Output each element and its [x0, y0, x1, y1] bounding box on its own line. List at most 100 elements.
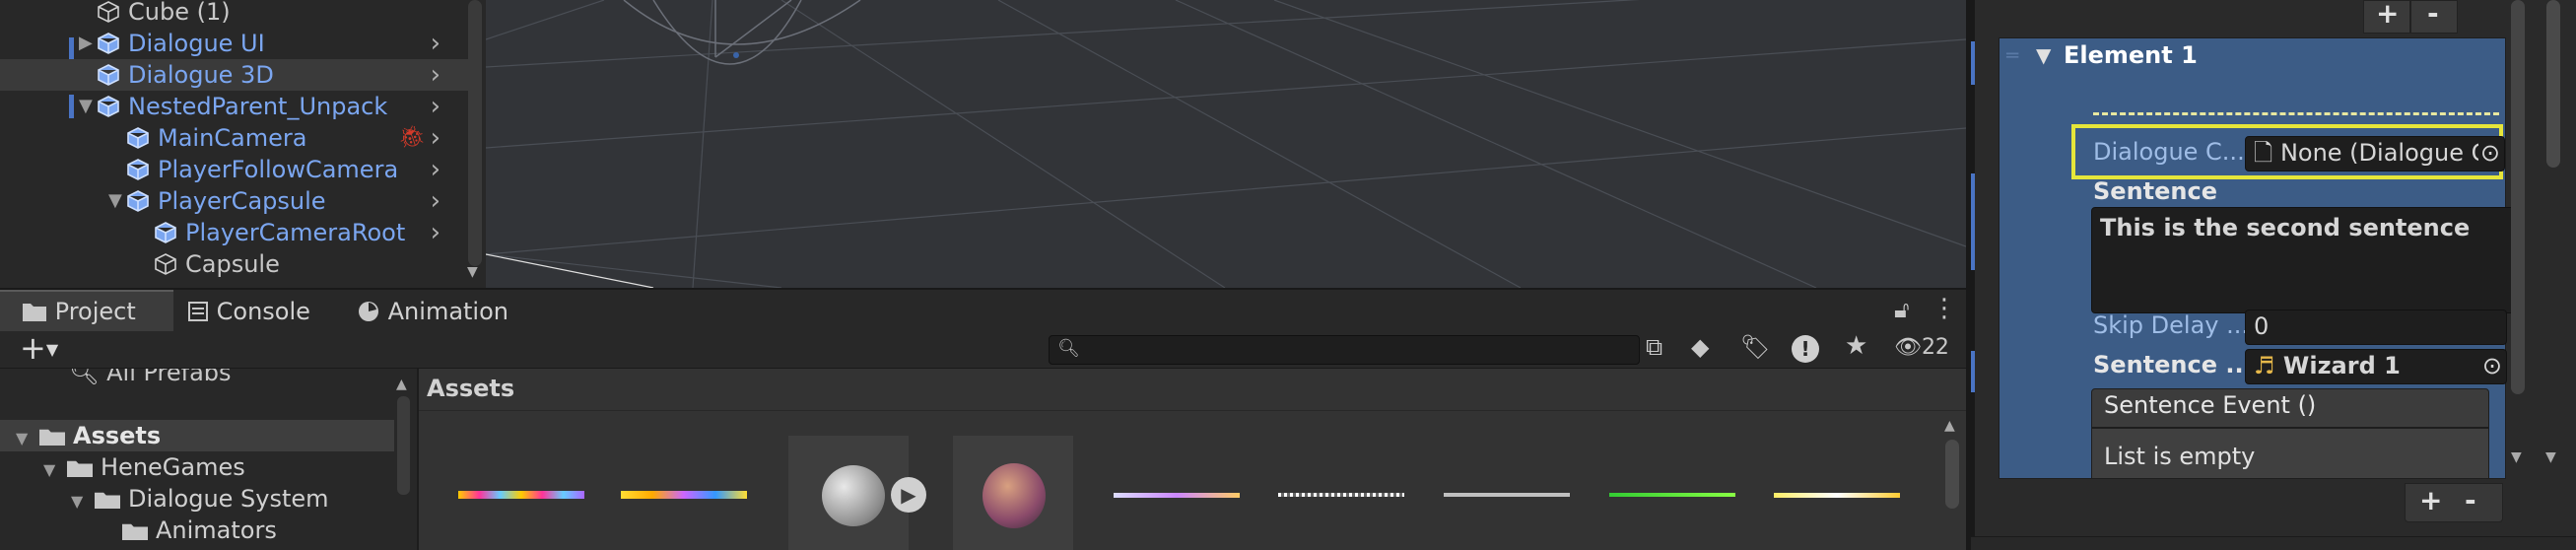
sentence-textarea[interactable]: This is the second sentence — [2091, 207, 2517, 313]
tab-project[interactable]: Project — [22, 290, 136, 333]
assets-scrollbar[interactable] — [1945, 440, 1959, 509]
open-prefab-chevron-icon[interactable]: › — [431, 59, 441, 91]
open-prefab-chevron-icon[interactable]: › — [431, 91, 441, 122]
asset-thumbnail-trail[interactable] — [1774, 493, 1900, 498]
asset-thumbnail-trail[interactable] — [458, 491, 584, 499]
open-prefab-chevron-icon[interactable]: › — [431, 154, 441, 185]
hierarchy-item[interactable]: Cube (1) — [0, 0, 468, 28]
asset-thumbnail-trail[interactable] — [1444, 493, 1570, 497]
skip-delay-input[interactable]: 0 — [2245, 309, 2507, 345]
folder-icon — [23, 304, 46, 321]
add-list-item-button[interactable]: + — [2419, 484, 2442, 516]
assets-grid-panel: Assets ▶ ▲ — [419, 369, 1966, 550]
expand-prefab-icon[interactable]: ▶ — [891, 477, 926, 513]
foldout-collapsed-icon[interactable]: ▶ — [79, 28, 93, 59]
divider — [419, 410, 1966, 411]
hierarchy-item[interactable]: Capsule — [0, 248, 468, 280]
tree-scrollbar[interactable] — [397, 396, 410, 495]
hierarchy-item[interactable]: PlayerCameraRoot › — [0, 217, 468, 248]
tab-animation[interactable]: Animation — [357, 290, 508, 333]
favorite-star-icon[interactable]: ★ — [1845, 331, 1867, 361]
asset-thumbnail-material[interactable] — [953, 436, 1073, 550]
hierarchy-item-label: MainCamera — [158, 124, 307, 152]
hidden-packages-toggle[interactable]: 👁︎22 — [1894, 335, 1949, 360]
scroll-down-icon[interactable]: ▼ — [2511, 449, 2522, 465]
hierarchy-item[interactable]: MainCamera › 🐞︎ — [0, 122, 468, 154]
scroll-down-icon[interactable]: ▼ — [467, 264, 483, 280]
asset-thumbnail-trail[interactable] — [1278, 493, 1404, 497]
folder-label: HeneGames — [101, 453, 245, 481]
more-menu-icon[interactable]: ⋮ — [1932, 294, 1957, 323]
open-prefab-chevron-icon[interactable]: › — [431, 217, 441, 248]
material-preview — [983, 463, 1046, 528]
hierarchy-item[interactable]: Dialogue 3D › — [0, 59, 468, 91]
open-prefab-chevron-icon[interactable]: › — [431, 28, 441, 59]
hierarchy-item[interactable]: ▶ Dialogue UI › — [0, 28, 468, 59]
hierarchy-scrollbar[interactable] — [468, 0, 482, 266]
hierarchy-item[interactable]: PlayerFollowCamera › — [0, 154, 468, 185]
hierarchy-item-label: PlayerFollowCamera — [158, 156, 399, 183]
add-asset-button[interactable]: +▼ — [20, 329, 58, 367]
foldout-expanded-icon[interactable]: ▼ — [43, 454, 67, 486]
folder-tree-item[interactable]: Animators — [99, 515, 277, 546]
tab-console[interactable]: Console — [187, 290, 310, 333]
dialogue-camera-label: Dialogue C... — [2093, 138, 2245, 166]
hierarchy-item[interactable]: ▼ NestedParent_Unpack › — [0, 91, 468, 122]
foldout-expanded-icon[interactable]: ▼ — [16, 423, 39, 454]
folder-tree-item[interactable]: ▼ Dialogue System — [71, 483, 329, 515]
list-empty-label: List is empty — [2104, 443, 2256, 470]
sentence-sound-field[interactable]: ♬ Wizard 1 ⊙ — [2245, 349, 2507, 384]
remove-list-item-button[interactable]: - — [2465, 484, 2476, 516]
inspector-list-scrollbar[interactable] — [2511, 0, 2525, 394]
object-picker-icon[interactable]: ⊙ — [2477, 137, 2500, 169]
folder-tree-item[interactable]: ▼ Assets — [16, 420, 161, 451]
drag-handle-icon[interactable]: ═ — [2006, 43, 2018, 67]
filter-by-type-icon[interactable]: ◆ — [1691, 333, 1709, 361]
foldout-expanded-icon[interactable]: ▼ — [108, 185, 122, 217]
dialogue-camera-field[interactable]: 🗋︎ None (Dialogue C ⊙ — [2245, 136, 2505, 172]
inspector-scrollbar[interactable] — [2546, 0, 2560, 168]
eye-icon: 👁︎ — [1894, 335, 1922, 360]
folder-icon — [67, 460, 93, 477]
foldout-expanded-icon[interactable]: ▼ — [71, 486, 95, 517]
lock-icon[interactable]: 🔓︎ — [1894, 296, 1910, 323]
hierarchy-item-label: Capsule — [185, 250, 280, 278]
foldout-arrow-icon[interactable]: ▼ — [2036, 43, 2051, 67]
open-prefab-chevron-icon[interactable]: › — [431, 122, 441, 154]
favorite-all-prefabs[interactable]: 🔍︎ All Prefabs — [69, 369, 232, 388]
open-prefab-chevron-icon[interactable]: › — [431, 185, 441, 217]
scroll-up-icon[interactable]: ▲ — [396, 377, 410, 392]
hidden-count: 22 — [1921, 335, 1949, 360]
folder-label: Assets — [73, 422, 162, 449]
component-divider — [1971, 536, 2576, 550]
hierarchy-item[interactable]: ▼ PlayerCapsule › — [0, 185, 468, 217]
object-picker-icon[interactable]: ⊙ — [2482, 350, 2502, 381]
prefab-cube-icon — [127, 127, 149, 149]
add-element-button[interactable]: + — [2363, 0, 2410, 34]
scroll-down-icon[interactable]: ▼ — [2545, 449, 2556, 465]
asset-thumbnail-model[interactable]: ▶ — [788, 436, 926, 550]
sentence-event-list: List is empty — [2091, 428, 2489, 479]
drop-indicator — [2093, 112, 2499, 115]
asset-thumbnail-trail[interactable] — [621, 491, 747, 499]
foldout-expanded-icon[interactable]: ▼ — [79, 91, 93, 122]
audio-clip-icon: ♬ — [2254, 352, 2275, 379]
dialogue-camera-value: None (Dialogue C — [2279, 139, 2488, 167]
search-by-type-icon[interactable]: ⧉ — [1646, 333, 1662, 361]
search-input[interactable]: 🔍︎ — [1049, 335, 1640, 365]
sentence-label: Sentence — [2093, 177, 2217, 205]
asset-thumbnail-trail[interactable] — [1114, 493, 1240, 498]
assets-breadcrumb[interactable]: Assets — [427, 375, 514, 402]
scene-grid — [486, 0, 1966, 288]
hierarchy-item-label: PlayerCameraRoot — [185, 219, 406, 246]
add-asset-label: + — [20, 329, 46, 367]
scene-view[interactable] — [486, 0, 1966, 288]
selection-marker — [1971, 173, 1975, 270]
asset-thumbnail-trail[interactable] — [1609, 493, 1735, 497]
filter-by-label-icon[interactable]: 🏷︎ — [1740, 333, 1770, 361]
warning-filter-icon[interactable]: ! — [1792, 335, 1819, 363]
scroll-up-icon[interactable]: ▲ — [1944, 418, 1955, 434]
folder-tree-item[interactable]: ▼ HeneGames — [43, 451, 245, 483]
remove-element-button[interactable]: - — [2410, 0, 2458, 34]
hierarchy-item-label: Dialogue 3D — [128, 61, 274, 89]
